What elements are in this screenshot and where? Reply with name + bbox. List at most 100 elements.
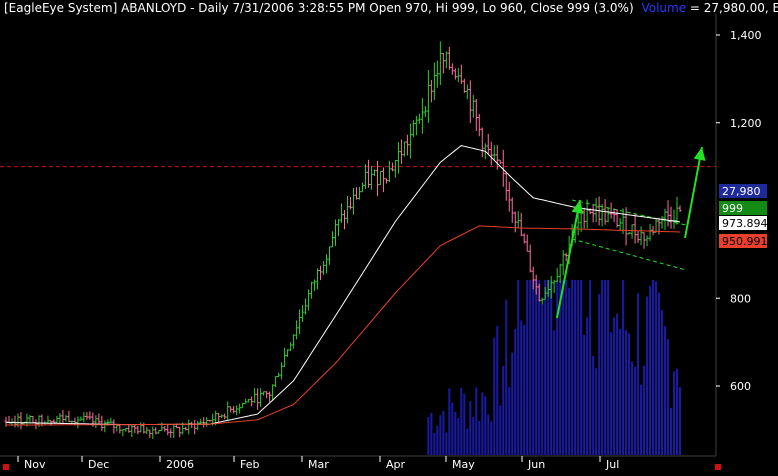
volume-bar — [517, 280, 520, 455]
ohlc-bar — [88, 411, 92, 420]
ohlc-bar — [244, 398, 248, 404]
ohlc-bar — [378, 170, 382, 186]
x-tick-label: Nov — [24, 458, 46, 471]
volume-bar — [475, 387, 478, 455]
volume-bar — [667, 339, 670, 455]
ohlc-bar — [220, 414, 224, 419]
ohlc-bar — [516, 211, 520, 228]
ohlc-bar — [100, 415, 104, 431]
ohlc-bar — [232, 406, 236, 414]
volume-bar — [514, 328, 517, 455]
ohlc-bar — [283, 347, 287, 367]
close-value-tag: 999 — [719, 201, 767, 215]
ema-slow-value-tag: 950.991 — [719, 234, 768, 248]
ohlc-bar — [420, 98, 424, 134]
ohlc-bar — [423, 106, 427, 117]
ohlc-bar — [654, 219, 658, 233]
y-tick-label: 600 — [730, 380, 751, 393]
ohlc-bar — [408, 123, 412, 159]
ohlc-bar — [381, 167, 385, 193]
ohlc-bar — [411, 120, 415, 138]
ohlc-bar — [34, 419, 38, 430]
volume-value-tag: 27,980 — [719, 184, 767, 198]
ohlc-bar — [172, 423, 176, 439]
volume-bar — [655, 281, 658, 455]
x-tick-label: Jul — [605, 458, 619, 471]
ohlc-bar — [534, 274, 538, 295]
ohlc-bar — [277, 372, 281, 377]
ohlc-bar — [549, 276, 553, 299]
volume-bar — [448, 388, 451, 455]
ohlc-bar — [345, 196, 349, 224]
volume-bar — [532, 280, 535, 455]
ohlc-bar — [268, 391, 272, 402]
volume-bar — [502, 366, 505, 455]
volume-bar — [481, 392, 484, 455]
volume-bar — [646, 296, 649, 455]
volume-bar — [595, 368, 598, 455]
ohlc-bar — [112, 419, 116, 434]
ohlc-bar — [103, 420, 107, 433]
time-axis: Nov Dec 2006 Feb Mar Apr May Jun Jul — [17, 456, 619, 471]
ohlc-bar — [178, 426, 182, 438]
y-tick-label: 1,200 — [730, 117, 762, 130]
ohlc-bar — [495, 145, 499, 170]
ohlc-bar — [166, 425, 170, 436]
ohlc-bar — [184, 426, 188, 431]
ohlc-bar — [19, 412, 23, 430]
volume-bar — [664, 326, 667, 455]
volume-bar — [523, 324, 526, 455]
last-value-tags: 27,980 999 973.894 950.991 — [719, 184, 768, 248]
volume-bar — [613, 317, 616, 455]
ohlc-bar — [531, 266, 535, 290]
volume-bar — [427, 417, 430, 455]
ohlc-bar — [477, 113, 481, 137]
ohlc-bar — [468, 80, 472, 124]
volume-bar — [511, 352, 514, 455]
ohlc-bar — [558, 263, 562, 283]
arrow-shaft — [684, 146, 703, 239]
ohlc-bar — [325, 254, 329, 274]
volume-bar — [652, 280, 655, 455]
volume-bar — [442, 410, 445, 455]
ohlc-bar — [459, 64, 463, 85]
volume-bar — [472, 417, 475, 455]
ohlc-bar — [615, 209, 619, 228]
scroll-marker-right[interactable] — [715, 464, 721, 470]
ohlc-bar — [399, 139, 403, 164]
ohlc-bar — [672, 209, 676, 229]
ohlc-bar — [241, 402, 245, 409]
ohlc-bar — [417, 113, 421, 124]
ohlc-bar — [498, 159, 502, 165]
ohlc-bar — [334, 219, 338, 246]
ohlc-bar — [76, 416, 80, 429]
ohlc-bar — [139, 422, 143, 433]
ohlc-bar — [256, 388, 260, 410]
ohlc-bar — [199, 418, 203, 424]
ohlc-bar — [289, 342, 293, 351]
ohlc-bar — [31, 415, 35, 424]
volume-bar — [631, 361, 634, 455]
ohlc-bar — [651, 225, 655, 236]
volume-bar — [535, 280, 538, 455]
ohlc-bar — [145, 426, 149, 435]
volume-bar — [619, 328, 622, 455]
volume-bar — [637, 293, 640, 455]
ohlc-bar — [46, 415, 50, 424]
tag-label: 973.894 — [722, 217, 768, 230]
ohlc-bar — [600, 204, 604, 227]
stock-chart: 600 800 1,200 1,400 Nov Dec 2006 Feb Mar Apr May J… — [0, 1, 778, 471]
volume-bar — [457, 418, 460, 455]
scroll-marker-left[interactable] — [3, 464, 9, 470]
volume-bar — [571, 280, 574, 455]
ohlc-bar — [384, 178, 388, 184]
x-tick-label: 2006 — [166, 458, 194, 471]
ohlc-bar — [537, 284, 541, 302]
ohlc-bar — [552, 279, 556, 293]
ohlc-bar — [492, 145, 496, 161]
volume-bar — [460, 387, 463, 455]
ohlc-bar — [669, 206, 673, 229]
ohlc-bar — [447, 47, 451, 70]
ohlc-bar — [313, 279, 317, 291]
volume-bar — [439, 415, 442, 455]
